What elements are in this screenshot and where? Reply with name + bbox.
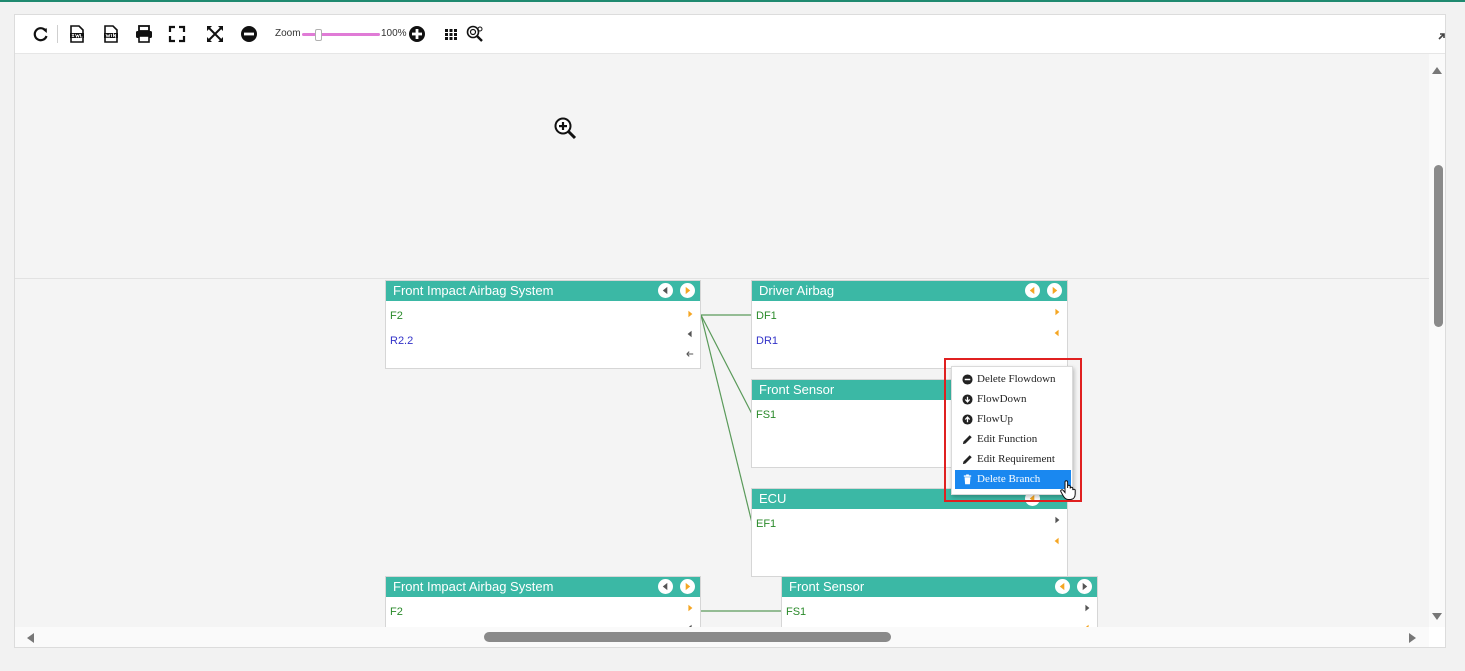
grid-icon[interactable] xyxy=(441,24,461,44)
link-f2-ef1 xyxy=(700,314,753,524)
node-front-sensor-lower[interactable]: Front Sensor FS1 xyxy=(781,576,1098,627)
flow-left-icon[interactable] xyxy=(1051,327,1063,339)
node-title-text: ECU xyxy=(759,491,787,506)
node-title: Front Impact Airbag System xyxy=(386,281,700,301)
node-title: Front Sensor xyxy=(782,577,1097,597)
canvas-divider xyxy=(15,278,1429,279)
horizontal-scroll-thumb[interactable] xyxy=(484,632,891,642)
toolbar: Zoom 100% xyxy=(15,15,1445,54)
vertical-scrollbar[interactable] xyxy=(1429,54,1445,627)
flow-left-icon[interactable] xyxy=(1051,535,1063,547)
zoom-slider-handle[interactable] xyxy=(314,29,322,41)
node-title-text: Front Sensor xyxy=(789,579,865,594)
function-label[interactable]: F2 xyxy=(390,606,403,618)
zoom-out-icon[interactable] xyxy=(239,24,259,44)
node-front-impact-airbag-system[interactable]: Front Impact Airbag System F2 R2.2 xyxy=(385,280,701,369)
nav-right-icon[interactable] xyxy=(1047,283,1062,298)
vertical-scroll-thumb[interactable] xyxy=(1434,165,1443,327)
back-arrow-icon[interactable] xyxy=(684,348,696,360)
flow-right-icon[interactable] xyxy=(1051,306,1063,318)
node-title: Front Impact Airbag System xyxy=(386,577,700,597)
node-title-text: Front Impact Airbag System xyxy=(393,283,554,298)
function-label[interactable]: EF1 xyxy=(756,518,776,530)
export-word-icon[interactable] xyxy=(101,24,121,44)
nav-left-icon[interactable] xyxy=(658,579,673,594)
flow-left-icon[interactable] xyxy=(684,328,696,340)
diagram-canvas[interactable]: Front Impact Airbag System F2 R2.2 Drive… xyxy=(15,54,1429,627)
zoom-label: Zoom xyxy=(275,28,301,39)
node-driver-airbag[interactable]: Driver Airbag DF1 DR1 xyxy=(751,280,1068,369)
search-zoom-icon[interactable] xyxy=(465,24,485,44)
zoom-slider-track[interactable] xyxy=(302,33,380,36)
top-accent-line xyxy=(0,0,1465,2)
collapse-icon[interactable] xyxy=(1437,25,1445,41)
print-icon[interactable] xyxy=(134,24,154,44)
scroll-left-arrow-icon[interactable] xyxy=(25,631,35,643)
nav-left-icon[interactable] xyxy=(658,283,673,298)
function-label[interactable]: FS1 xyxy=(756,409,776,421)
nav-right-icon[interactable] xyxy=(680,579,695,594)
scroll-right-arrow-icon[interactable] xyxy=(1408,631,1418,643)
nav-right-icon[interactable] xyxy=(680,283,695,298)
function-label[interactable]: F2 xyxy=(390,310,403,322)
flow-right-icon[interactable] xyxy=(684,602,696,614)
nav-right-icon[interactable] xyxy=(1077,579,1092,594)
nav-left-icon[interactable] xyxy=(1025,283,1040,298)
zoom-value: 100% xyxy=(381,28,407,39)
node-title-text: Front Impact Airbag System xyxy=(393,579,554,594)
flow-right-icon[interactable] xyxy=(1051,514,1063,526)
node-title-text: Front Sensor xyxy=(759,382,835,397)
fullscreen-icon[interactable] xyxy=(167,24,187,44)
diagram-frame: Zoom 100% Front Impact Airbag System F2 … xyxy=(14,14,1446,648)
scroll-up-arrow-icon[interactable] xyxy=(1431,62,1443,74)
toolbar-separator xyxy=(57,25,58,43)
function-label[interactable]: FS1 xyxy=(786,606,806,618)
zoom-in-icon[interactable] xyxy=(407,24,427,44)
scroll-down-arrow-icon[interactable] xyxy=(1431,609,1443,620)
hand-pointer-cursor-icon xyxy=(1059,479,1077,501)
export-xml-icon[interactable] xyxy=(67,24,87,44)
flow-right-icon[interactable] xyxy=(684,308,696,320)
node-title: Driver Airbag xyxy=(752,281,1067,301)
requirement-label[interactable]: DR1 xyxy=(756,335,778,347)
connection-lines xyxy=(700,314,782,612)
flow-right-icon[interactable] xyxy=(1081,602,1093,614)
fit-to-screen-icon[interactable] xyxy=(205,24,225,44)
requirement-label[interactable]: R2.2 xyxy=(390,335,413,347)
function-label[interactable]: DF1 xyxy=(756,310,777,322)
refresh-icon[interactable] xyxy=(31,24,51,44)
node-title-text: Driver Airbag xyxy=(759,283,835,298)
node-front-impact-airbag-system-lower[interactable]: Front Impact Airbag System F2 xyxy=(385,576,701,627)
nav-left-icon[interactable] xyxy=(1055,579,1070,594)
magnify-cursor-icon xyxy=(553,116,579,142)
link-f2-fs1 xyxy=(700,314,753,415)
